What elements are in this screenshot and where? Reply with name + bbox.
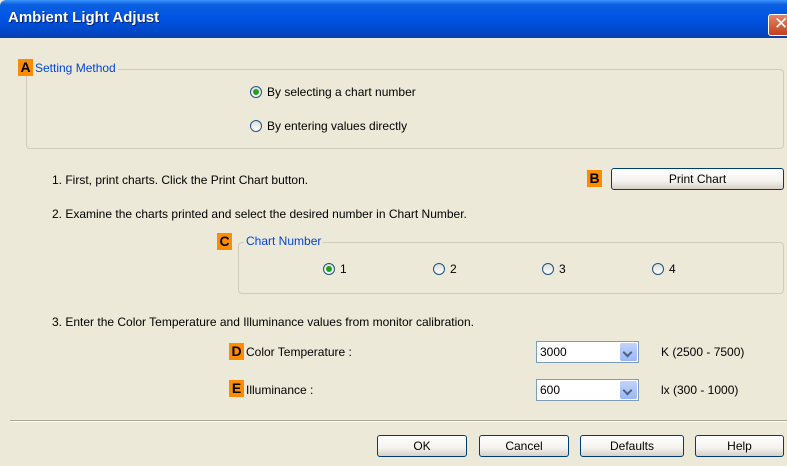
combo-value: 600 (540, 383, 561, 397)
badge-e: E (229, 380, 244, 397)
ok-button[interactable]: OK (377, 435, 467, 457)
dialog-window: Ambient Light Adjust ✕ A Setting Method … (0, 0, 787, 466)
chart-number-group (238, 242, 784, 294)
radio-button[interactable] (250, 120, 262, 132)
close-icon: ✕ (774, 14, 787, 34)
combo-value: 3000 (540, 345, 567, 359)
illuminance-range: lx (300 - 1000) (661, 383, 739, 397)
print-chart-button[interactable]: Print Chart (611, 168, 784, 190)
badge-a: A (18, 59, 33, 76)
help-button[interactable]: Help (695, 435, 784, 457)
radio-button[interactable] (433, 263, 445, 275)
radio-button[interactable] (323, 263, 335, 275)
chart-number-label: Chart Number (244, 234, 324, 248)
chart-option-1[interactable]: 1 (323, 262, 347, 276)
color-temperature-combo[interactable]: 3000 (536, 341, 639, 363)
illuminance-label: Illuminance : (246, 383, 314, 397)
separator (10, 420, 787, 422)
chevron-down-icon[interactable] (620, 381, 637, 399)
badge-c: C (217, 233, 232, 250)
radio-label: 1 (340, 262, 347, 276)
window-title: Ambient Light Adjust (8, 9, 160, 26)
radio-label: By selecting a chart number (267, 85, 416, 99)
illuminance-combo[interactable]: 600 (536, 379, 639, 401)
chart-option-4[interactable]: 4 (652, 262, 676, 276)
cancel-button[interactable]: Cancel (479, 435, 569, 457)
radio-direct-values-method[interactable]: By entering values directly (250, 119, 407, 133)
close-button[interactable]: ✕ (768, 14, 787, 36)
radio-label: By entering values directly (267, 119, 408, 133)
title-bar: Ambient Light Adjust ✕ (0, 0, 787, 38)
setting-method-group (26, 69, 784, 149)
step2-text: 2. Examine the charts printed and select… (52, 207, 467, 221)
radio-button[interactable] (250, 86, 262, 98)
radio-button[interactable] (652, 263, 664, 275)
chevron-down-icon[interactable] (620, 343, 637, 361)
setting-method-label: Setting Method (33, 61, 118, 75)
radio-label: 3 (559, 262, 566, 276)
chart-option-2[interactable]: 2 (433, 262, 457, 276)
radio-button[interactable] (542, 263, 554, 275)
radio-label: 4 (669, 262, 676, 276)
color-temperature-label: Color Temperature : (246, 345, 352, 359)
badge-d: D (229, 343, 244, 360)
step3-text: 3. Enter the Color Temperature and Illum… (52, 315, 474, 329)
step1-text: 1. First, print charts. Click the Print … (52, 173, 309, 187)
badge-b: B (587, 170, 602, 187)
color-temperature-range: K (2500 - 7500) (661, 345, 745, 359)
radio-chart-number-method[interactable]: By selecting a chart number (250, 85, 416, 99)
chart-option-3[interactable]: 3 (542, 262, 566, 276)
radio-label: 2 (450, 262, 457, 276)
defaults-button[interactable]: Defaults (580, 435, 684, 457)
